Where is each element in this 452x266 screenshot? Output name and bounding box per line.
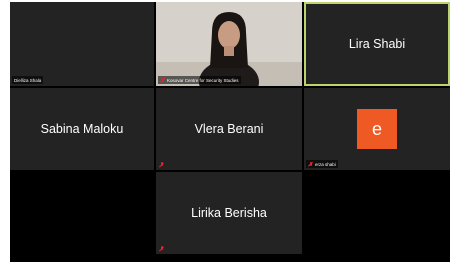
participant-name: Lira Shabi [348, 37, 406, 51]
participant-tile-erza-shabi[interactable]: e erza shabi [304, 88, 450, 170]
participant-name: Dielliza Shala [14, 77, 42, 83]
mic-muted-icon [160, 77, 165, 83]
participant-name: Kosovar Centre for Security Studies [167, 77, 239, 83]
participant-tile-lirika-berisha[interactable]: Lirika Berisha [156, 172, 302, 254]
meeting-gallery: Dielliza Shala Kosovar Centre for Securi… [10, 2, 450, 262]
mic-muted-icon [308, 161, 313, 167]
avatar: e [357, 109, 397, 149]
video-feed [156, 2, 302, 86]
participant-tile-vlera-berani[interactable]: Vlera Berani [156, 88, 302, 170]
participant-tile-kosovar-centre[interactable]: Kosovar Centre for Security Studies [156, 2, 302, 86]
participant-name-label: Dielliza Shala [12, 76, 44, 84]
mic-muted-icon [159, 162, 164, 167]
mic-muted-icon [159, 246, 164, 251]
participant-name: Sabina Maloku [40, 122, 124, 136]
participant-name-label: Kosovar Centre for Security Studies [158, 76, 241, 84]
participant-name: erza shabi [315, 161, 336, 167]
participant-name: Vlera Berani [194, 122, 264, 136]
participant-name-label: erza shabi [306, 160, 338, 168]
participant-name: Lirika Berisha [191, 206, 267, 220]
participant-tile-sabina-maloku[interactable]: Sabina Maloku [10, 88, 154, 170]
participant-tile-lira-shabi[interactable]: Lira Shabi [304, 2, 450, 86]
participant-tile-dielliza-shala[interactable]: Dielliza Shala [10, 2, 154, 86]
